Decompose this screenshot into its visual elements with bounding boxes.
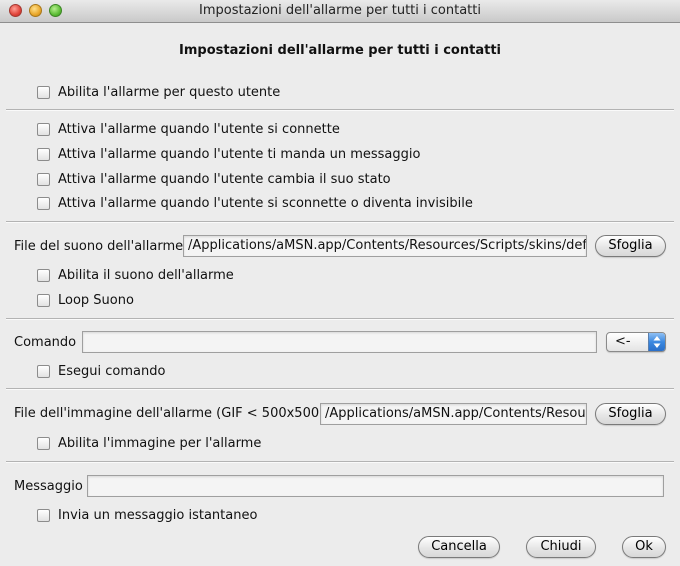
command-select-value: <- xyxy=(615,334,631,349)
run-command-label: Esegui comando xyxy=(58,364,166,379)
trigger-label: Attiva l'allarme quando l'utente si conn… xyxy=(58,122,340,137)
sound-browse-button[interactable]: Sfoglia xyxy=(595,235,666,257)
cancel-button[interactable]: Cancella xyxy=(418,536,500,558)
trigger-status-checkbox[interactable]: Attiva l'allarme quando l'utente cambia … xyxy=(37,172,391,187)
enable-sound-checkbox[interactable]: Abilita il suono dell'allarme xyxy=(37,268,234,283)
trigger-connect-checkbox[interactable]: Attiva l'allarme quando l'utente si conn… xyxy=(37,122,340,137)
enable-image-checkbox[interactable]: Abilita l'immagine per l'allarme xyxy=(37,436,261,451)
trigger-label: Attiva l'allarme quando l'utente si scon… xyxy=(58,196,473,211)
divider xyxy=(6,221,674,223)
checkbox-icon xyxy=(37,148,50,161)
enable-sound-label: Abilita il suono dell'allarme xyxy=(58,268,234,283)
checkbox-icon xyxy=(37,123,50,136)
loop-sound-label: Loop Suono xyxy=(58,293,134,308)
divider xyxy=(6,109,674,111)
command-input[interactable] xyxy=(82,331,597,353)
divider xyxy=(6,461,674,463)
image-file-field[interactable]: /Applications/aMSN.app/Contents/Resource… xyxy=(320,403,587,425)
checkbox-icon xyxy=(37,365,50,378)
command-label: Comando xyxy=(14,335,77,350)
checkbox-icon xyxy=(37,86,50,99)
checkbox-icon xyxy=(37,173,50,186)
loop-sound-checkbox[interactable]: Loop Suono xyxy=(37,293,134,308)
sound-file-label: File del suono dell'allarme xyxy=(14,239,184,254)
select-arrows-icon xyxy=(648,333,665,351)
divider xyxy=(6,388,674,390)
checkbox-icon xyxy=(37,197,50,210)
checkbox-icon xyxy=(37,437,50,450)
send-message-checkbox[interactable]: Invia un messaggio istantaneo xyxy=(37,508,257,523)
image-browse-button[interactable]: Sfoglia xyxy=(595,403,666,425)
trigger-message-checkbox[interactable]: Attiva l'allarme quando l'utente ti mand… xyxy=(37,147,420,162)
checkbox-icon xyxy=(37,509,50,522)
enable-user-label: Abilita l'allarme per questo utente xyxy=(58,85,281,100)
ok-button[interactable]: Ok xyxy=(622,536,666,558)
sound-file-field[interactable]: /Applications/aMSN.app/Contents/Resource… xyxy=(183,235,587,257)
trigger-label: Attiva l'allarme quando l'utente cambia … xyxy=(58,172,391,187)
run-command-checkbox[interactable]: Esegui comando xyxy=(37,364,165,379)
enable-user-checkbox[interactable]: Abilita l'allarme per questo utente xyxy=(37,85,280,100)
checkbox-icon xyxy=(37,294,50,307)
send-message-label: Invia un messaggio istantaneo xyxy=(58,508,258,523)
divider xyxy=(6,318,674,320)
message-label: Messaggio xyxy=(14,479,83,494)
trigger-disconnect-checkbox[interactable]: Attiva l'allarme quando l'utente si scon… xyxy=(37,196,473,211)
window-titlebar: Impostazioni dell'allarme per tutti i co… xyxy=(0,0,680,23)
command-select[interactable]: <- xyxy=(606,332,666,352)
checkbox-icon xyxy=(37,269,50,282)
image-file-label: File dell'immagine dell'allarme (GIF < 5… xyxy=(14,406,325,421)
enable-image-label: Abilita l'immagine per l'allarme xyxy=(58,436,262,451)
message-input[interactable] xyxy=(87,475,664,497)
window-title: Impostazioni dell'allarme per tutti i co… xyxy=(199,3,481,18)
page-title: Impostazioni dell'allarme per tutti i co… xyxy=(179,43,501,58)
close-button[interactable]: Chiudi xyxy=(526,536,596,558)
trigger-label: Attiva l'allarme quando l'utente ti mand… xyxy=(58,147,421,162)
